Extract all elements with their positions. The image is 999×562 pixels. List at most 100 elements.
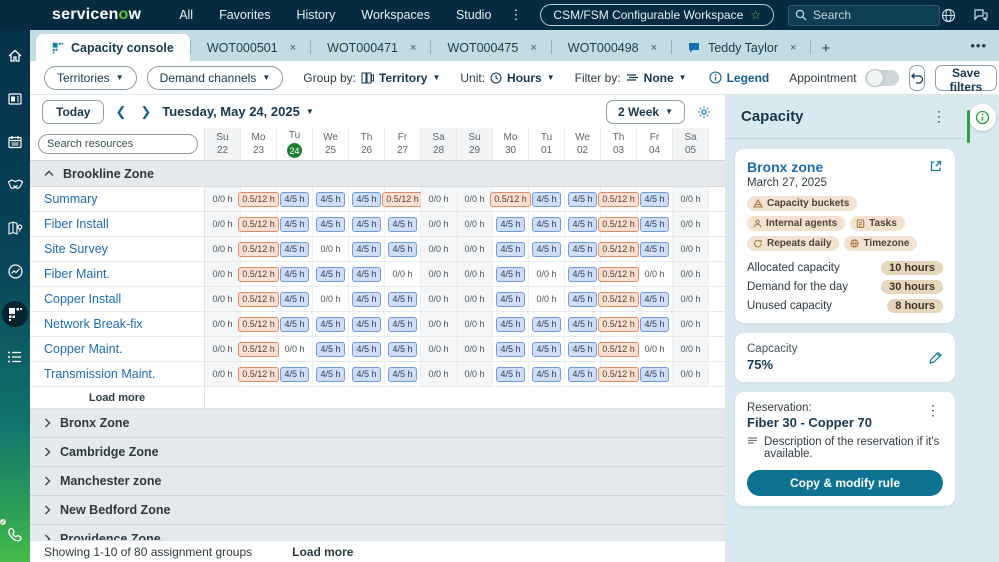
capacity-cell[interactable]: 4/5 h (565, 262, 601, 286)
capacity-cell[interactable]: 4/5 h (565, 362, 601, 386)
capacity-cell[interactable]: 4/5 h (565, 337, 601, 361)
capacity-cell[interactable]: 0/0 h (673, 337, 709, 361)
capacity-cell[interactable]: 0/0 h (673, 362, 709, 386)
capacity-cell[interactable]: 4/5 h (529, 337, 565, 361)
close-tab-icon[interactable]: × (786, 40, 800, 56)
zone-link[interactable]: Bronx zone (747, 159, 823, 175)
capacity-cell[interactable]: 0/0 h (673, 237, 709, 261)
capacity-cell[interactable]: 0/0 h (205, 212, 241, 236)
capacity-cell[interactable]: 0/0 h (277, 337, 313, 361)
capacity-cell[interactable]: 0/0 h (421, 337, 457, 361)
filter-by-dropdown[interactable]: Filter by: None ▼ (575, 71, 687, 85)
capacity-cell[interactable]: 0.5/12 h (238, 237, 279, 261)
capacity-cell[interactable]: 0.5/12 h (598, 212, 639, 236)
capacity-cell[interactable]: 4/5 h (277, 287, 313, 311)
capacity-cell[interactable]: 4/5 h (565, 312, 601, 336)
tab-wot000498[interactable]: WOT000498 × (552, 34, 671, 61)
group-header-providence-zone[interactable]: Providence Zone (30, 525, 725, 540)
capacity-cell[interactable]: 4/5 h (349, 262, 385, 286)
undo-button[interactable] (908, 64, 925, 91)
capacity-cell[interactable]: 4/5 h (349, 287, 385, 311)
close-tab-icon[interactable]: × (526, 40, 540, 56)
phone-icon[interactable]: ✓ (0, 518, 28, 548)
capacity-cell[interactable]: 0.5/12 h (598, 312, 639, 336)
capacity-cell[interactable]: 0/0 h (457, 337, 493, 361)
nav-item-history[interactable]: History (297, 8, 336, 22)
resource-link[interactable]: Copper Install (30, 287, 205, 311)
capacity-cell[interactable]: 4/5 h (565, 287, 601, 311)
capacity-cell[interactable]: 0/0 h (673, 287, 709, 311)
save-filters-button[interactable]: Save filters (934, 64, 998, 94)
capacity-cell[interactable]: 0/0 h (421, 287, 457, 311)
group-by-dropdown[interactable]: Group by: Territory ▼ (303, 71, 440, 85)
tab-capacity-console[interactable]: Capacity console (36, 34, 190, 61)
capacity-console-icon[interactable] (2, 301, 28, 327)
group-header-new-bedford-zone[interactable]: New Bedford Zone (30, 496, 725, 525)
capacity-cell[interactable]: 4/5 h (565, 212, 601, 236)
capacity-cell[interactable]: 4/5 h (529, 312, 565, 336)
capacity-cell[interactable]: 4/5 h (385, 362, 421, 386)
capacity-cell[interactable]: 4/5 h (493, 212, 529, 236)
range-dropdown[interactable]: 2 Week ▼ (605, 99, 685, 124)
capacity-cell[interactable]: 0/0 h (457, 287, 493, 311)
capacity-cell[interactable]: 4/5 h (529, 212, 565, 236)
capacity-cell[interactable]: 0/0 h (313, 287, 349, 311)
previous-period-icon[interactable]: ❮ (112, 104, 129, 120)
calendar-icon[interactable] (2, 129, 28, 155)
capacity-cell[interactable]: 4/5 h (313, 337, 349, 361)
capacity-cell[interactable]: 0/0 h (421, 312, 457, 336)
capacity-cell[interactable]: 0.5/12 h (238, 262, 279, 286)
tab-wot000475[interactable]: WOT000475 × (431, 34, 550, 61)
capacity-cell[interactable]: 4/5 h (385, 212, 421, 236)
nav-item-workspaces[interactable]: Workspaces (361, 8, 430, 22)
capacity-cell[interactable]: 0/0 h (205, 362, 241, 386)
nav-item-all[interactable]: All (179, 8, 193, 22)
close-tab-icon[interactable]: × (647, 40, 661, 56)
capacity-cell[interactable]: 0.5/12 h (238, 362, 279, 386)
capacity-cell[interactable]: 4/5 h (277, 237, 313, 261)
tab-overflow-menu[interactable]: ••• (970, 38, 987, 53)
nav-item-favorites[interactable]: Favorites (219, 8, 270, 22)
load-more-resources-link[interactable]: Load more (30, 387, 205, 408)
next-period-icon[interactable]: ❯ (137, 104, 154, 120)
capacity-cell[interactable]: 0/0 h (457, 212, 493, 236)
capacity-cell[interactable]: 4/5 h (385, 312, 421, 336)
resource-link[interactable]: Transmission Maint. (30, 362, 205, 386)
capacity-cell[interactable]: 4/5 h (529, 187, 565, 211)
new-tab-button[interactable]: + (811, 40, 840, 61)
capacity-cell[interactable]: 4/5 h (493, 312, 529, 336)
nav-item-studio[interactable]: Studio (456, 8, 491, 22)
resource-link[interactable]: Copper Maint. (30, 337, 205, 361)
grid-settings-gear-icon[interactable] (697, 105, 711, 119)
capacity-cell[interactable]: 4/5 h (637, 212, 673, 236)
capacity-cell[interactable]: 0/0 h (673, 312, 709, 336)
capacity-cell[interactable]: 0/0 h (457, 187, 493, 211)
capacity-cell[interactable]: 4/5 h (313, 362, 349, 386)
capacity-cell[interactable]: 4/5 h (385, 337, 421, 361)
panel-info-toggle-button[interactable] (967, 104, 996, 143)
capacity-cell[interactable]: 0.5/12 h (238, 287, 279, 311)
global-search[interactable] (788, 4, 941, 26)
capacity-cell[interactable]: 4/5 h (637, 287, 673, 311)
current-date-dropdown[interactable]: Tuesday, May 24, 2025 ▼ (162, 104, 313, 119)
capacity-cell[interactable]: 0/0 h (637, 262, 673, 286)
capacity-cell[interactable]: 0/0 h (421, 362, 457, 386)
capacity-cell[interactable]: 0.5/12 h (490, 187, 531, 211)
capacity-cell[interactable]: 0/0 h (529, 287, 565, 311)
resource-link[interactable]: Network Break-fix (30, 312, 205, 336)
home-icon[interactable] (2, 43, 28, 69)
capacity-cell[interactable]: 4/5 h (313, 212, 349, 236)
capacity-cell[interactable]: 4/5 h (349, 237, 385, 261)
capacity-cell[interactable]: 4/5 h (637, 312, 673, 336)
capacity-cell[interactable]: 4/5 h (493, 262, 529, 286)
load-more-groups-link[interactable]: Load more (292, 545, 353, 559)
capacity-cell[interactable]: 0/0 h (205, 287, 241, 311)
news-workspace-icon[interactable] (2, 86, 28, 112)
close-tab-icon[interactable]: × (286, 40, 300, 56)
tab-teddy-taylor[interactable]: Teddy Taylor × (672, 34, 810, 61)
capacity-cell[interactable]: 4/5 h (529, 362, 565, 386)
territories-dropdown[interactable]: Territories ▼ (44, 65, 137, 90)
resource-link[interactable]: Fiber Maint. (30, 262, 205, 286)
capacity-cell[interactable]: 4/5 h (385, 237, 421, 261)
capacity-cell[interactable]: 0/0 h (205, 262, 241, 286)
